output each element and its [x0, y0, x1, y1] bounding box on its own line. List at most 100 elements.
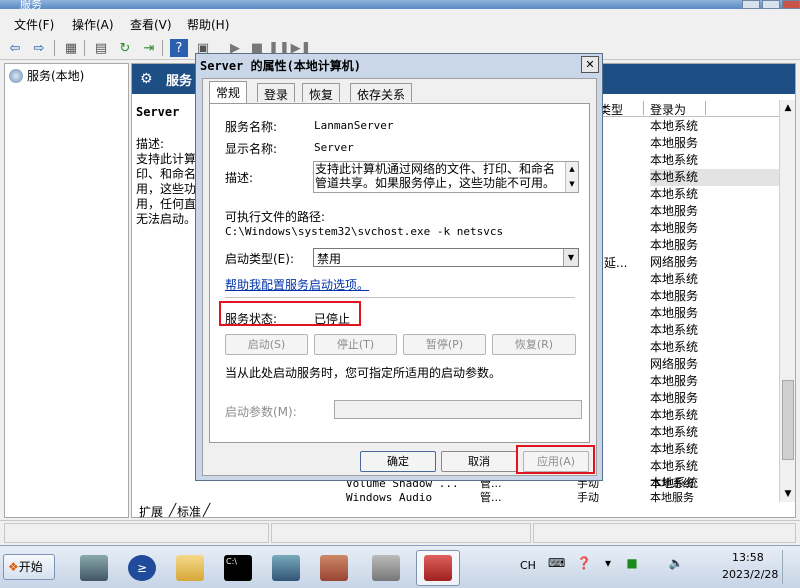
logon-cell[interactable]: 网络服务	[650, 356, 780, 373]
logon-cell[interactable]: 本地系统	[650, 424, 780, 441]
export-icon[interactable]: ⇥	[140, 39, 158, 57]
taskbar-monitor[interactable]	[364, 550, 408, 586]
menu-help[interactable]: 帮助(H)	[187, 16, 229, 33]
logon-cell[interactable]: 本地服务	[650, 305, 780, 322]
logon-cell[interactable]: 本地服务	[650, 237, 780, 254]
service-name-label: 服务名称:	[225, 120, 278, 134]
ok-button[interactable]: 确定	[360, 451, 436, 472]
selected-service-description: 描述: 支持此计算 印、和命名 用，这些功 用，任何直 无法启动。	[136, 137, 197, 226]
maximize-button[interactable]	[762, 0, 780, 9]
help-icon[interactable]: ❓	[576, 556, 592, 574]
logon-cell[interactable]: 本地服务	[650, 373, 780, 390]
logon-cell[interactable]: 本地系统	[650, 339, 780, 356]
taskbar-powershell[interactable]: ≥	[120, 550, 164, 586]
logon-cell[interactable]: 本地系统	[650, 186, 780, 203]
description-scrollbar[interactable]: ▲ ▼	[565, 162, 578, 192]
dialog-close-button[interactable]: ✕	[581, 56, 599, 73]
console-tree-icon[interactable]: ▦	[62, 39, 80, 57]
description-textbox[interactable]: 支持此计算机通过网络的文件、打印、和命名管道共享。如果服务停止，这些功能不可用。…	[313, 161, 579, 193]
taskbar-app[interactable]	[264, 550, 308, 586]
chevron-down-icon[interactable]: ▾	[600, 556, 616, 574]
divider	[225, 297, 575, 298]
logon-cell[interactable]: 本地系统	[650, 407, 780, 424]
back-icon[interactable]: ⇦	[6, 39, 24, 57]
status-bar	[0, 520, 800, 545]
chevron-down-icon[interactable]: ▼	[563, 249, 578, 266]
status-cell	[271, 523, 531, 543]
logon-cell[interactable]: 本地系统	[650, 152, 780, 169]
status-cell	[533, 523, 796, 543]
selected-service-name: Server	[136, 105, 180, 119]
refresh-icon[interactable]: ↻	[116, 39, 134, 57]
tab-dependencies[interactable]: 依存关系	[350, 83, 413, 102]
startup-type-select[interactable]: 禁用 ▼	[313, 248, 579, 267]
tab-recovery[interactable]: 恢复	[302, 83, 341, 102]
logon-cell[interactable]: 本地服务	[650, 220, 780, 237]
language-indicator[interactable]: CH	[520, 559, 536, 572]
logon-cell[interactable]: 本地服务	[650, 390, 780, 407]
properties-dialog: Server 的属性(本地计算机) ✕ 常规 登录 恢复 依存关系 服务名称: …	[195, 53, 603, 481]
tab-extended[interactable]: 扩展	[139, 503, 163, 520]
status-icon[interactable]: ■	[624, 556, 640, 574]
tab-logon[interactable]: 登录	[257, 83, 296, 102]
start-button[interactable]: ❖开始	[3, 554, 55, 580]
cancel-button[interactable]: 取消	[441, 451, 517, 472]
logon-cell[interactable]: 本地服务	[650, 203, 780, 220]
taskbar-server-manager[interactable]	[72, 550, 116, 586]
logon-cell[interactable]: 网络服务	[650, 254, 780, 271]
pause-button[interactable]: 暂停(P)	[403, 334, 486, 355]
start-button[interactable]: 启动(S)	[225, 334, 308, 355]
logon-cell[interactable]: 本地系统	[650, 118, 780, 135]
dialog-body: 常规 登录 恢复 依存关系 服务名称: LanmanServer 显示名称: S…	[202, 78, 597, 476]
column-logon[interactable]: 登录为	[650, 101, 686, 118]
properties-icon[interactable]: ▤	[92, 39, 110, 57]
resume-button[interactable]: 恢复(R)	[492, 334, 576, 355]
volume-icon[interactable]: 🔈	[668, 556, 684, 574]
logon-cell[interactable]: 本地服务	[650, 135, 780, 152]
stop-button[interactable]: 停止(T)	[314, 334, 397, 355]
logon-cell[interactable]: 本地系统	[650, 441, 780, 458]
display-name-value[interactable]: Server	[314, 141, 354, 154]
logon-cell[interactable]: 本地系统	[650, 458, 780, 475]
menu-view[interactable]: 查看(V)	[130, 16, 172, 33]
tree-item-services-local[interactable]: 服务(本地)	[9, 67, 84, 84]
scroll-down-icon[interactable]: ▼	[780, 486, 795, 502]
exe-path-value: C:\Windows\system32\svchost.exe -k netsv…	[225, 225, 504, 238]
menu-file[interactable]: 文件(F)	[14, 16, 54, 33]
column-divider[interactable]	[705, 101, 706, 115]
service-logon: 本地系统	[650, 477, 694, 490]
logon-cell[interactable]: 本地服务	[650, 288, 780, 305]
forward-icon[interactable]: ⇨	[30, 39, 48, 57]
taskbar-firewall[interactable]	[312, 550, 356, 586]
start-params-input[interactable]	[334, 400, 582, 419]
taskbar-cmd[interactable]: C:\	[216, 550, 260, 586]
toolbar-divider	[162, 40, 163, 56]
show-desktop-button[interactable]	[782, 550, 796, 584]
logon-cell[interactable]: 本地系统	[650, 322, 780, 339]
keyboard-icon[interactable]: ⌨	[548, 556, 565, 574]
help-icon[interactable]: ?	[170, 39, 188, 57]
clock-time[interactable]: 13:58	[732, 551, 764, 564]
taskbar-services[interactable]	[416, 550, 460, 586]
scroll-thumb[interactable]	[782, 380, 794, 460]
logon-column-values: 本地系统 本地服务 本地系统 本地系统 本地系统 本地服务 本地服务 本地服务 网络服务 本地系统…	[650, 118, 780, 492]
logon-cell[interactable]: 本地系统	[650, 169, 780, 186]
table-row[interactable]: Windows Audio 管... 手动 本地服务	[346, 491, 786, 505]
tab-standard[interactable]: 标准	[177, 503, 201, 520]
minimize-button[interactable]	[742, 0, 760, 9]
menu-action[interactable]: 操作(A)	[72, 16, 114, 33]
dialog-title-bar[interactable]: Server 的属性(本地计算机) ✕	[196, 54, 602, 76]
column-divider[interactable]	[643, 101, 644, 115]
highlight-box	[516, 445, 595, 474]
scroll-up-icon[interactable]: ▲	[780, 100, 795, 116]
help-configure-link[interactable]: 帮助我配置服务启动选项。	[225, 276, 369, 293]
firewall-icon	[320, 555, 348, 581]
close-button[interactable]	[782, 0, 800, 9]
tab-general[interactable]: 常规	[209, 81, 248, 103]
taskbar-explorer[interactable]	[168, 550, 212, 586]
logon-cell[interactable]: 本地系统	[650, 271, 780, 288]
highlight-box	[219, 301, 361, 326]
vertical-scrollbar[interactable]: ▲ ▼	[779, 100, 795, 502]
clock-date[interactable]: 2023/2/28	[722, 568, 778, 581]
title-bar[interactable]: 服务	[0, 0, 800, 9]
